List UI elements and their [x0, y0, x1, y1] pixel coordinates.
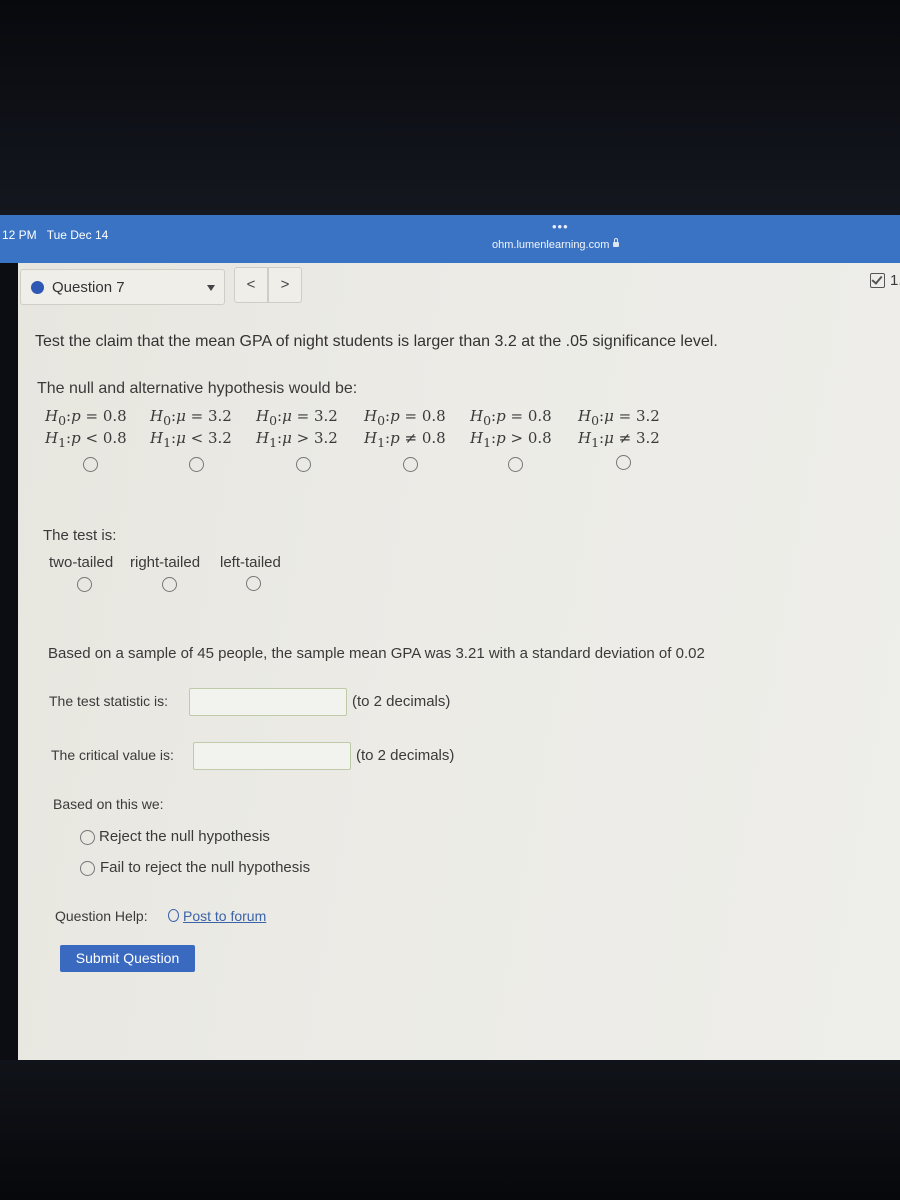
- hypothesis-radio-6[interactable]: [616, 455, 631, 470]
- hypothesis-radio-3[interactable]: [296, 457, 311, 472]
- test-statistic-input[interactable]: [189, 688, 347, 716]
- hypothesis-h1: H1:p ≠ 0.8: [364, 429, 446, 450]
- speech-bubble-icon: [168, 909, 179, 922]
- score-check-icon: [870, 273, 885, 288]
- more-dots-icon[interactable]: •••: [552, 219, 569, 234]
- hypothesis-radio-1[interactable]: [83, 457, 98, 472]
- hypothesis-h0: H0:p = 0.8: [470, 407, 552, 428]
- post-to-forum-link[interactable]: Post to forum: [183, 908, 266, 924]
- hypothesis-h1: H1:μ < 3.2: [150, 429, 232, 450]
- question-select-label: Question 7: [52, 279, 125, 296]
- hypothesis-h0: H0:μ = 3.2: [256, 407, 338, 428]
- previous-question-button[interactable]: <: [234, 267, 268, 303]
- hypothesis-h1: H1:μ ≠ 3.2: [578, 429, 660, 450]
- test-type-label: The test is:: [43, 527, 117, 544]
- critical-value-note: (to 2 decimals): [356, 747, 455, 764]
- hypothesis-h0: H0:μ = 3.2: [150, 407, 232, 428]
- left-tailed-radio[interactable]: [246, 576, 261, 591]
- hypothesis-label: The null and alternative hypothesis woul…: [37, 380, 358, 397]
- two-tailed-label: two-tailed: [49, 554, 114, 571]
- reject-null-radio[interactable]: [80, 830, 95, 845]
- device-bezel-top: [0, 0, 900, 215]
- hypothesis-h0: H0:p = 0.8: [364, 407, 446, 428]
- status-date: Tue Dec 14: [46, 228, 109, 242]
- fail-to-reject-label: Fail to reject the null hypothesis: [100, 859, 311, 876]
- sample-info: Based on a sample of 45 people, the samp…: [48, 645, 705, 662]
- two-tailed-radio[interactable]: [77, 577, 92, 592]
- left-tailed-label: left-tailed: [220, 554, 281, 571]
- hypothesis-h1: H1:p < 0.8: [45, 429, 127, 450]
- hypothesis-h0: H0:μ = 3.2: [578, 407, 660, 428]
- chevron-down-icon: [207, 285, 215, 291]
- right-tailed-label: right-tailed: [130, 554, 201, 571]
- status-bar: 12 PM Tue Dec 14 ••• ohm.lumenlearning.c…: [0, 215, 900, 263]
- hypothesis-h0: H0:p = 0.8: [45, 407, 127, 428]
- hypothesis-radio-4[interactable]: [403, 457, 418, 472]
- question-status-dot: [31, 281, 44, 294]
- hypothesis-h1: H1:p > 0.8: [470, 429, 552, 450]
- question-select[interactable]: Question 7: [20, 269, 225, 305]
- hypothesis-h1: H1:μ > 3.2: [256, 429, 338, 450]
- critical-value-input[interactable]: [193, 742, 351, 770]
- question-prompt: Test the claim that the mean GPA of nigh…: [35, 333, 718, 350]
- status-time: 12 PM Tue Dec 14: [2, 228, 109, 242]
- submit-question-button[interactable]: Submit Question: [60, 945, 195, 972]
- test-statistic-note: (to 2 decimals): [352, 693, 451, 710]
- next-question-button[interactable]: >: [268, 267, 302, 303]
- question-help-label: Question Help:: [55, 908, 148, 924]
- critical-value-label: The critical value is:: [51, 747, 174, 763]
- hypothesis-radio-5[interactable]: [508, 457, 523, 472]
- address-url[interactable]: ohm.lumenlearning.com: [492, 238, 620, 251]
- lock-icon: [613, 238, 620, 247]
- fail-to-reject-radio[interactable]: [80, 861, 95, 876]
- hypothesis-radio-2[interactable]: [189, 457, 204, 472]
- device-bezel-bottom: [0, 1060, 900, 1200]
- question-page: Question 7 < > 1. Test the claim that th…: [18, 263, 900, 1060]
- test-statistic-label: The test statistic is:: [49, 693, 169, 709]
- decision-label: Based on this we:: [53, 796, 164, 812]
- right-tailed-radio[interactable]: [162, 577, 177, 592]
- score-text: 1.: [890, 272, 900, 289]
- reject-null-label: Reject the null hypothesis: [99, 828, 270, 845]
